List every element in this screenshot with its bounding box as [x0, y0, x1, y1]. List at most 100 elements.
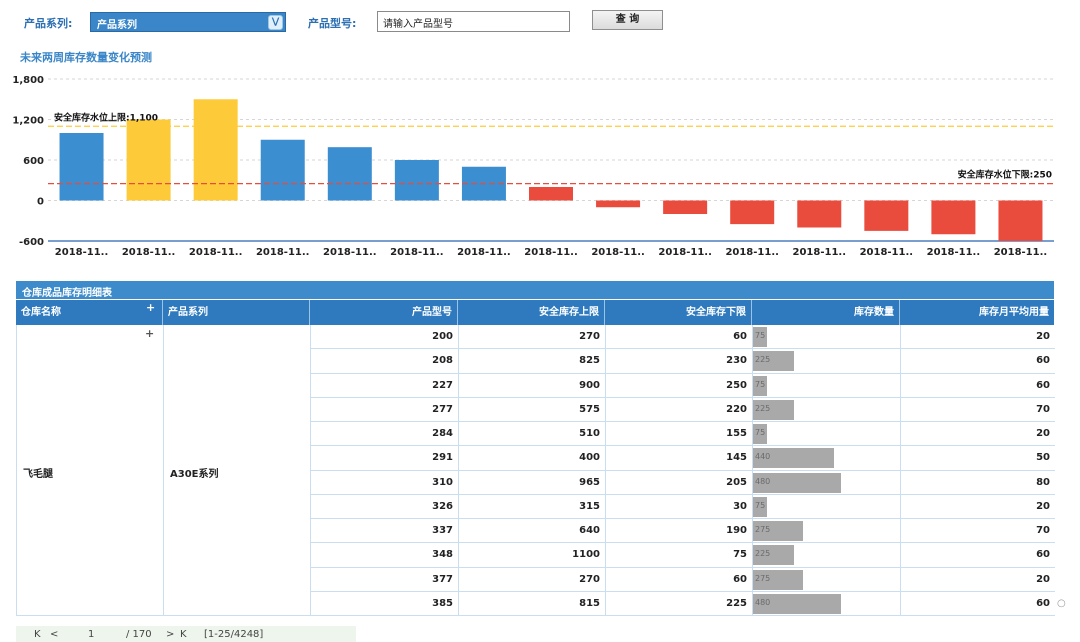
- table-row[interactable]: 227 900 250 75 60: [311, 373, 1055, 398]
- table-row[interactable]: 348 1100 75 225 60: [311, 543, 1055, 568]
- reference-line-label: 安全库存水位下限:250: [958, 169, 1052, 181]
- upper-limit-cell: 270: [459, 567, 606, 591]
- monthly-avg-cell: 20: [1036, 573, 1050, 585]
- x-tick-label: 2018-11..: [793, 247, 847, 258]
- stock-cell: 480: [753, 591, 901, 615]
- model-cell: 200: [311, 325, 459, 349]
- table-row[interactable]: 337 640 190 275 70: [311, 519, 1055, 544]
- stock-cell: 75: [753, 325, 901, 349]
- table-title: 仓库成品库存明细表: [16, 281, 1054, 299]
- lower-limit-cell: 155: [606, 422, 753, 446]
- record-range: [1-25/4248]: [204, 629, 264, 640]
- upper-limit-cell: 825: [459, 349, 606, 373]
- prev-page-button[interactable]: <: [50, 629, 58, 640]
- last-page-button[interactable]: K: [180, 629, 187, 640]
- query-button[interactable]: 查 询: [592, 10, 663, 30]
- bar-14: [931, 200, 976, 235]
- stock-value: 75: [755, 500, 766, 510]
- header-lower[interactable]: 安全库存下限: [605, 300, 752, 325]
- stock-cell: 75: [753, 373, 901, 397]
- y-tick-label: 1,800: [12, 75, 44, 86]
- header-model[interactable]: 产品型号: [310, 300, 458, 325]
- x-tick-label: 2018-11..: [55, 247, 109, 258]
- stock-value: 480: [755, 597, 771, 607]
- upper-limit-cell: 510: [459, 422, 606, 446]
- model-cell: 348: [311, 543, 459, 567]
- monthly-avg-cell: 60: [1036, 597, 1050, 609]
- table-row[interactable]: 377 270 60 275 20: [311, 567, 1055, 592]
- stock-cell: 440: [753, 446, 901, 470]
- chevron-down-icon[interactable]: ⋁: [268, 15, 283, 30]
- bar-6: [394, 160, 439, 201]
- next-page-button[interactable]: >: [166, 629, 174, 640]
- upper-limit-cell: 815: [459, 591, 606, 615]
- monthly-avg-cell: 50: [1036, 452, 1050, 464]
- y-tick-label: 600: [23, 156, 44, 167]
- header-stock[interactable]: 库存数量: [752, 300, 900, 325]
- upper-limit-cell: 900: [459, 373, 606, 397]
- table-row[interactable]: 385 815 225 480 60: [311, 591, 1055, 616]
- x-tick-label: 2018-11..: [927, 247, 981, 258]
- header-upper[interactable]: 安全库存上限: [458, 300, 605, 325]
- monthly-avg-cell: 20: [1036, 428, 1050, 439]
- lower-limit-cell: 190: [606, 519, 753, 543]
- model-cell: 291: [311, 446, 459, 470]
- lower-limit-cell: 75: [606, 543, 753, 567]
- table-row[interactable]: 200 270 60 75 20: [311, 325, 1055, 350]
- scroll-handle-icon[interactable]: ○: [1057, 598, 1066, 609]
- lower-limit-cell: 60: [606, 325, 753, 349]
- upper-limit-cell: 315: [459, 494, 606, 518]
- model-label: 产品型号:: [308, 17, 357, 30]
- series-name: A30E系列: [170, 469, 219, 480]
- bar-5: [327, 147, 372, 201]
- stock-cell: 75: [753, 494, 901, 518]
- model-cell: 310: [311, 470, 459, 494]
- header-warehouse[interactable]: 仓库名称: [16, 300, 163, 325]
- total-pages: / 170: [126, 629, 152, 640]
- series-select[interactable]: 产品系列 ⋁: [90, 12, 286, 32]
- x-tick-label: 2018-11..: [457, 247, 511, 258]
- bar-2: [126, 119, 171, 201]
- upper-limit-cell: 270: [459, 325, 606, 349]
- lower-limit-cell: 230: [606, 349, 753, 373]
- stock-value: 75: [755, 428, 766, 437]
- model-cell: 208: [311, 349, 459, 373]
- model-cell: 277: [311, 397, 459, 421]
- model-cell: 385: [311, 591, 459, 615]
- table-row[interactable]: 291 400 145 440 50: [311, 446, 1055, 471]
- lower-limit-cell: 145: [606, 446, 753, 470]
- table-row[interactable]: 284 510 155 75 20: [311, 422, 1055, 447]
- lower-limit-cell: 225: [606, 591, 753, 615]
- bar-3: [193, 99, 238, 201]
- lower-limit-cell: 250: [606, 373, 753, 397]
- monthly-avg-cell: 60: [1036, 549, 1050, 561]
- stock-value: 75: [755, 379, 766, 389]
- model-input[interactable]: 请输入产品型号: [377, 11, 570, 32]
- monthly-avg-cell: 20: [1036, 331, 1050, 342]
- table-row[interactable]: 310 965 205 480 80: [311, 470, 1055, 495]
- expand-plus-icon[interactable]: +: [146, 302, 155, 313]
- first-page-button[interactable]: K: [34, 629, 41, 640]
- series-label: 产品系列:: [24, 17, 73, 30]
- upper-limit-cell: 965: [459, 470, 606, 494]
- header-avg[interactable]: 库存月平均用量: [900, 300, 1054, 325]
- header-series[interactable]: 产品系列: [163, 300, 310, 325]
- page-input[interactable]: 1: [88, 629, 94, 640]
- x-tick-label: 2018-11..: [658, 247, 712, 258]
- table-row[interactable]: 326 315 30 75 20: [311, 494, 1055, 519]
- bar-8: [529, 187, 573, 201]
- stock-cell: 480: [753, 470, 901, 494]
- model-cell: 377: [311, 567, 459, 591]
- bar-9: [596, 200, 641, 208]
- model-cell: 326: [311, 494, 459, 518]
- bar-15: [998, 200, 1043, 241]
- table-header: 仓库名称 + 产品系列 产品型号 安全库存上限 安全库存下限 库存数量 库存月平…: [16, 300, 1054, 325]
- stock-cell: 225: [753, 543, 901, 567]
- table-row[interactable]: 277 575 220 225 70: [311, 397, 1055, 422]
- expand-plus-icon[interactable]: +: [145, 328, 154, 339]
- lower-limit-cell: 205: [606, 470, 753, 494]
- warehouse-name: 飞毛腿: [23, 469, 53, 480]
- lower-limit-cell: 220: [606, 397, 753, 421]
- lower-limit-cell: 60: [606, 567, 753, 591]
- table-row[interactable]: 208 825 230 225 60: [311, 349, 1055, 374]
